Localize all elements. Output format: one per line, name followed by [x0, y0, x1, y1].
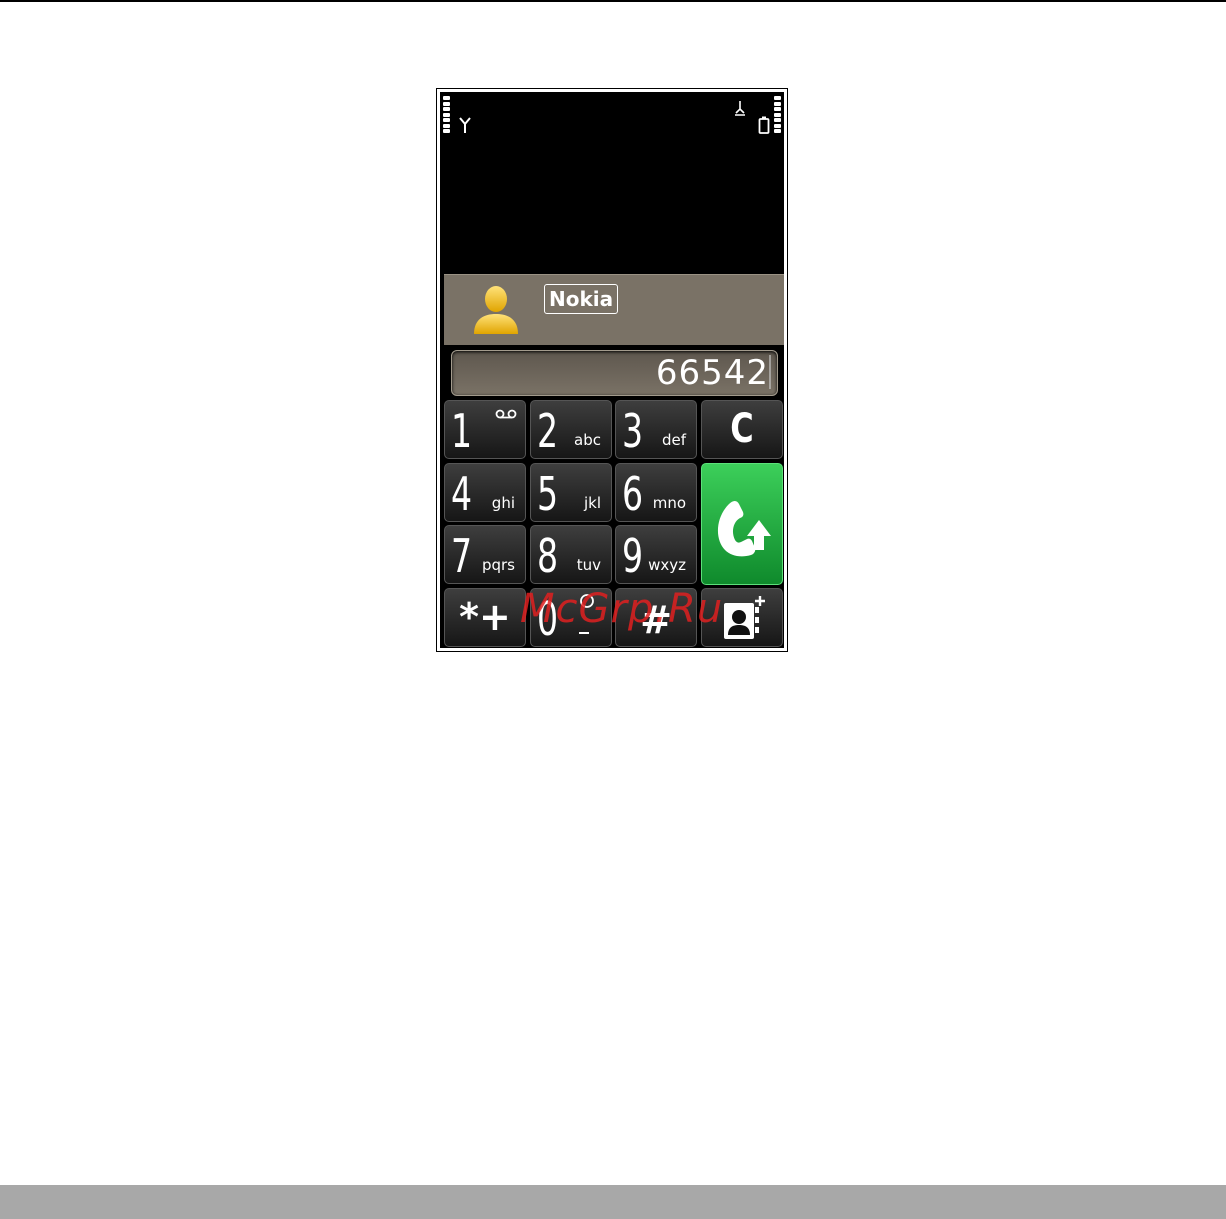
key-1[interactable]: 1 — [444, 400, 526, 459]
key-digit: 1 — [451, 404, 473, 458]
key-symbol: *+ — [459, 595, 511, 639]
call-button[interactable] — [701, 463, 783, 585]
battery-level-icon — [774, 96, 781, 135]
clear-button[interactable]: C — [701, 400, 783, 459]
phone-screenshot-frame: Nokia 66542 1 2 abc 3 def C 4 ghi 5 jkl … — [436, 88, 788, 652]
voicemail-icon — [495, 409, 517, 419]
key-star[interactable]: *+ — [444, 588, 526, 647]
key-4[interactable]: 4 ghi — [444, 463, 526, 522]
internet-call-icon — [579, 594, 594, 634]
key-letters: wxyz — [648, 556, 686, 574]
key-digit: 6 — [622, 467, 644, 521]
key-digit: 4 — [451, 467, 473, 521]
key-7[interactable]: 7 pqrs — [444, 525, 526, 584]
key-digit: 3 — [622, 404, 644, 458]
dialed-number: 66542 — [655, 353, 769, 393]
key-digit: 5 — [537, 467, 559, 521]
key-digit: 7 — [451, 529, 473, 583]
key-letters: def — [661, 431, 686, 449]
add-contact-icon — [724, 596, 765, 639]
key-digit: 8 — [537, 529, 559, 583]
antenna-icon — [459, 117, 471, 133]
key-letters: jkl — [583, 494, 601, 512]
key-digit: 0 — [537, 592, 559, 646]
key-letters: tuv — [576, 556, 601, 574]
key-6[interactable]: 6 mno — [615, 463, 697, 522]
key-letters: abc — [574, 431, 601, 449]
contact-avatar-icon — [474, 286, 518, 334]
contacts-button[interactable] — [701, 588, 783, 647]
contact-suggestion[interactable]: Nokia — [444, 274, 784, 345]
clear-label: C — [730, 406, 754, 452]
key-8[interactable]: 8 tuv — [530, 525, 612, 584]
key-2[interactable]: 2 abc — [530, 400, 612, 459]
page-footer-bar — [0, 1185, 1226, 1219]
key-digit: 9 — [622, 529, 644, 583]
bluetooth-icon — [735, 101, 745, 116]
key-hash[interactable]: # — [615, 588, 697, 647]
text-cursor — [769, 355, 771, 389]
key-5[interactable]: 5 jkl — [530, 463, 612, 522]
key-digit: 2 — [537, 404, 559, 458]
key-9[interactable]: 9 wxyz — [615, 525, 697, 584]
key-letters: pqrs — [481, 556, 515, 574]
key-letters: ghi — [491, 494, 515, 512]
key-0[interactable]: 0 — [530, 588, 612, 647]
battery-icon — [758, 116, 770, 134]
key-letters: mno — [652, 494, 686, 512]
contact-name: Nokia — [544, 284, 619, 314]
top-rule — [0, 0, 1226, 2]
phone-screen: Nokia 66542 1 2 abc 3 def C 4 ghi 5 jkl … — [440, 92, 784, 648]
dialed-number-field[interactable]: 66542 — [451, 350, 778, 396]
call-icon — [717, 501, 771, 557]
key-symbol: # — [640, 598, 672, 642]
key-3[interactable]: 3 def — [615, 400, 697, 459]
signal-strength-icon — [443, 96, 450, 135]
